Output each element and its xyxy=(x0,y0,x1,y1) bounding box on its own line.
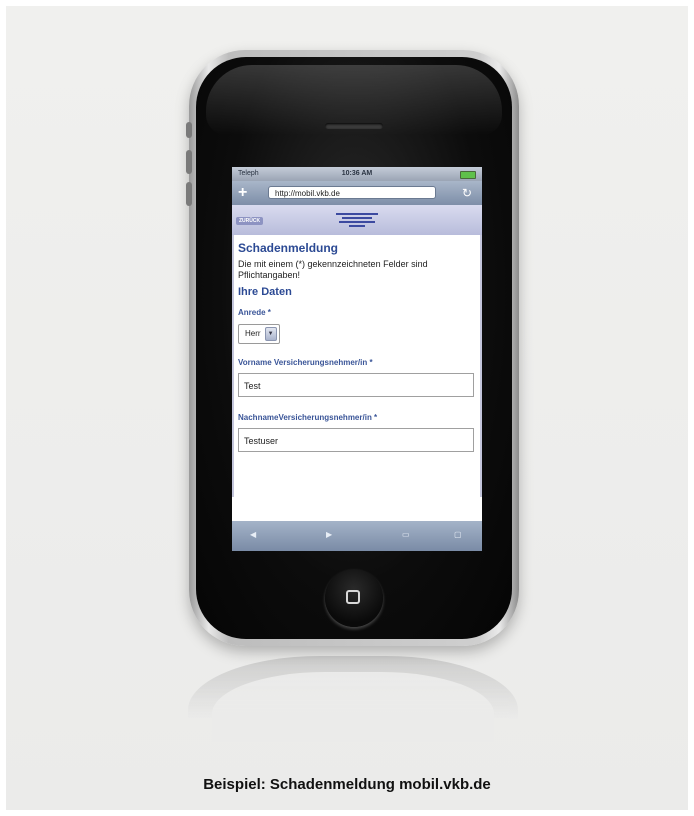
salutation-select[interactable]: Herr ▼ xyxy=(238,323,280,344)
logo-bar-4 xyxy=(349,225,365,227)
phone-reflection xyxy=(188,656,518,746)
forward-arrow-icon[interactable]: ▶ xyxy=(326,530,332,539)
chevron-down-icon: ▼ xyxy=(264,326,277,341)
last-name-input[interactable]: Testuser xyxy=(238,427,474,452)
earpiece-speaker xyxy=(325,123,383,129)
browser-toolbar: ◀ ▶ ▭ ▢ xyxy=(232,521,482,551)
page-title: Schadenmeldung xyxy=(238,241,339,255)
salutation-label: Anrede * xyxy=(238,308,271,317)
back-link[interactable]: ZURÜCK xyxy=(236,217,264,225)
site-header: ZURÜCK xyxy=(232,205,482,235)
iphone-device: Teleph 10:36 AM + http://mobil.vkb.de ↻ … xyxy=(186,50,519,646)
clock: 10:36 AM xyxy=(341,170,373,177)
battery-icon xyxy=(460,171,476,179)
salutation-value: Herr xyxy=(245,329,261,338)
logo-bar-3 xyxy=(339,221,375,223)
pages-icon[interactable]: ▢ xyxy=(454,530,462,539)
first-name-label: Vorname Versicherungsnehmer/in * xyxy=(238,357,373,367)
phone-screen: Teleph 10:36 AM + http://mobil.vkb.de ↻ … xyxy=(232,167,482,551)
form-content: Schadenmeldung Die mit einem (*) gekennz… xyxy=(232,235,482,497)
plus-icon[interactable]: + xyxy=(238,184,247,202)
logo-bar-1 xyxy=(336,213,378,215)
required-fields-note: Die mit einem (*) gekennzeichneten Felde… xyxy=(238,259,428,280)
page-background: Teleph 10:36 AM + http://mobil.vkb.de ↻ … xyxy=(6,6,688,810)
mute-switch xyxy=(186,122,192,138)
volume-up-button xyxy=(186,150,192,174)
section-title: Ihre Daten xyxy=(238,286,292,298)
url-field[interactable]: http://mobil.vkb.de xyxy=(268,186,436,199)
image-caption: Beispiel: Schadenmeldung mobil.vkb.de xyxy=(203,776,491,793)
logo-bar-2 xyxy=(342,217,372,219)
bookmarks-icon[interactable]: ▭ xyxy=(402,530,410,539)
home-button[interactable] xyxy=(325,569,383,627)
phone-face: Teleph 10:36 AM + http://mobil.vkb.de ↻ … xyxy=(196,57,512,639)
reload-icon[interactable]: ↻ xyxy=(462,186,472,200)
back-arrow-icon[interactable]: ◀ xyxy=(250,530,256,539)
last-name-label: NachnameVersicherungsnehmer/in * xyxy=(238,412,378,422)
first-name-input[interactable]: Test xyxy=(238,372,474,397)
vkb-logo[interactable] xyxy=(334,210,380,230)
home-square-icon xyxy=(346,590,360,604)
status-bar: Teleph 10:36 AM xyxy=(232,167,482,181)
phone-reflection-inner xyxy=(212,672,494,742)
volume-down-button xyxy=(186,182,192,206)
browser-address-bar: + http://mobil.vkb.de ↻ xyxy=(232,181,482,205)
